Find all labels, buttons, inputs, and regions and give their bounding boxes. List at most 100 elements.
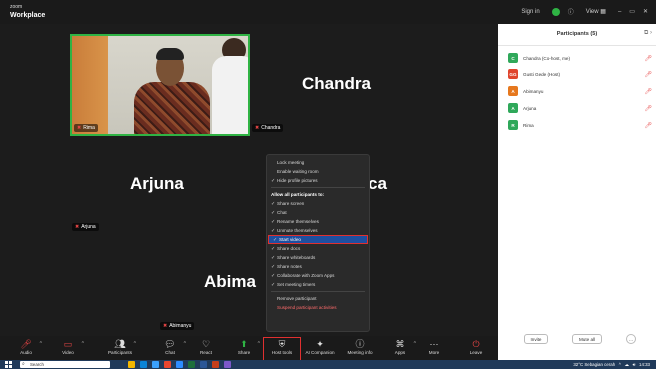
chevron-up-icon[interactable]: ^ bbox=[40, 341, 42, 347]
excel-icon[interactable] bbox=[188, 361, 195, 368]
menu-item-label: Unmute themselves bbox=[277, 228, 318, 233]
tile-name-chandra: Chandra bbox=[302, 74, 371, 93]
menu-lock-meeting[interactable]: Lock meeting bbox=[267, 158, 369, 167]
zoom-icon[interactable] bbox=[176, 361, 183, 368]
participant-name: Rima bbox=[523, 122, 534, 128]
participant-name: Chandra (Co-host, me) bbox=[523, 55, 570, 61]
chat-button[interactable]: 💬︎ Chat ^ bbox=[152, 338, 188, 360]
sign-in-button[interactable]: Sign in bbox=[517, 8, 543, 16]
avatar: A bbox=[508, 103, 518, 113]
menu-remove-participant[interactable]: Remove participant bbox=[267, 294, 369, 303]
edge-icon[interactable] bbox=[140, 361, 147, 368]
participant-row[interactable]: R Rima 🎤︎ bbox=[508, 119, 654, 131]
participant-row[interactable]: A Arjuna 🎤︎ bbox=[508, 102, 654, 114]
menu-share-docs[interactable]: ✓ Share docs bbox=[267, 244, 369, 253]
close-icon[interactable]: ✕ bbox=[643, 8, 648, 15]
menu-start-video[interactable]: ✓ Start video bbox=[268, 235, 368, 244]
system-tray: 32°C Sebagian cerah ^ ☁ 🔊︎ 14:33 bbox=[573, 362, 650, 367]
mic-off-icon[interactable]: 🎤︎ bbox=[644, 88, 652, 95]
mic-off-icon: ✖ bbox=[77, 125, 82, 131]
menu-suspend-activities[interactable]: Suspend participant activities bbox=[267, 303, 369, 312]
menu-meeting-timers[interactable]: ✓ Set meeting timers bbox=[267, 280, 369, 289]
participant-row[interactable]: A Abimanyu 🎤︎ bbox=[508, 85, 654, 97]
participants-panel: Participants (5) ⧉ › C Chandra (Co-host,… bbox=[498, 24, 656, 360]
menu-item-label: Remove participant bbox=[277, 296, 317, 301]
menu-item-label: Share docs bbox=[277, 246, 301, 251]
app-icon[interactable] bbox=[224, 361, 231, 368]
video-off-icon: ▭ bbox=[63, 339, 73, 349]
leave-icon: ⏻ bbox=[472, 339, 480, 349]
menu-item-label: Share whiteboards bbox=[277, 255, 316, 260]
popout-icon[interactable]: ⧉ › bbox=[644, 30, 652, 37]
weather-text[interactable]: 32°C Sebagian cerah bbox=[573, 362, 615, 367]
restore-icon[interactable]: ▭ bbox=[629, 8, 635, 15]
powerpoint-icon[interactable] bbox=[212, 361, 219, 368]
menu-share-whiteboards[interactable]: ✓ Share whiteboards bbox=[267, 253, 369, 262]
menu-unmute[interactable]: ✓ Unmute themselves bbox=[267, 226, 369, 235]
shield-icon: ⛨ bbox=[278, 339, 286, 349]
chevron-up-icon[interactable]: ^ bbox=[184, 341, 186, 347]
sparkle-icon: ✦ bbox=[316, 339, 324, 349]
participant-video[interactable]: ✖ Rima bbox=[70, 34, 250, 136]
menu-share-notes[interactable]: ✓ Share notes bbox=[267, 262, 369, 271]
mic-off-icon[interactable]: 🎤︎ bbox=[644, 55, 652, 62]
react-button[interactable]: ♡ React bbox=[188, 338, 224, 360]
view-button[interactable]: View ▦ bbox=[582, 7, 610, 16]
avatar: GG bbox=[508, 69, 518, 79]
minimize-icon[interactable]: – bbox=[618, 9, 621, 15]
chevron-up-icon[interactable]: ^ bbox=[82, 341, 84, 347]
invite-button[interactable]: Invite bbox=[524, 334, 548, 344]
video-door bbox=[72, 36, 108, 134]
host-tools-label: Host tools bbox=[271, 350, 293, 355]
apps-button[interactable]: ⌘ Apps ^ bbox=[382, 338, 418, 360]
store-icon[interactable] bbox=[152, 361, 159, 368]
windows-start-icon[interactable] bbox=[5, 361, 12, 368]
menu-divider bbox=[271, 291, 365, 292]
chat-label: Chat bbox=[165, 350, 175, 355]
leave-button[interactable]: ⏻ Leave bbox=[458, 338, 494, 360]
mute-all-button[interactable]: Mute all bbox=[572, 334, 602, 344]
clock-text[interactable]: 14:33 bbox=[639, 362, 650, 367]
ai-companion-button[interactable]: ✦ AI Companion bbox=[302, 338, 338, 360]
meeting-info-label: Meeting info bbox=[347, 350, 373, 355]
chevron-up-icon[interactable]: ^ bbox=[258, 341, 260, 347]
audio-button[interactable]: 🎤︎ Audio ^ bbox=[8, 338, 44, 360]
meeting-info-button[interactable]: ⓘ Meeting info bbox=[342, 338, 378, 360]
mic-off-icon[interactable]: 🎤︎ bbox=[644, 105, 652, 112]
file-explorer-icon[interactable] bbox=[128, 361, 135, 368]
grid-icon: ▦ bbox=[600, 9, 606, 15]
mic-off-icon: 🎤︎ bbox=[20, 339, 32, 349]
chevron-up-icon[interactable]: ^ bbox=[134, 341, 136, 347]
video-person-shirt bbox=[134, 82, 210, 134]
menu-chat[interactable]: ✓ Chat bbox=[267, 208, 369, 217]
word-icon[interactable] bbox=[200, 361, 207, 368]
info-icon[interactable]: ⓘ bbox=[568, 7, 574, 16]
menu-waiting-room[interactable]: Enable waiting room bbox=[267, 167, 369, 176]
menu-item-label: Share notes bbox=[277, 264, 302, 269]
arjuna-tile-tag: ✖ Arjuna bbox=[72, 223, 99, 231]
participant-row[interactable]: GG Gusti Gede (Host) 🎤︎ bbox=[508, 68, 654, 80]
share-button[interactable]: ⬆ Share ^ bbox=[226, 338, 262, 360]
mic-off-icon[interactable]: 🎤︎ bbox=[644, 122, 652, 129]
menu-share-screen[interactable]: ✓ Share screen bbox=[267, 199, 369, 208]
more-options-button[interactable]: ... bbox=[626, 334, 636, 344]
chrome-icon[interactable] bbox=[164, 361, 171, 368]
video-button[interactable]: ▭ Video ^ bbox=[50, 338, 86, 360]
menu-zoom-apps[interactable]: ✓ Collaborate with Zoom Apps bbox=[267, 271, 369, 280]
menu-item-label: Share screen bbox=[277, 201, 305, 206]
participants-button[interactable]: 👥︎ Participants ^ bbox=[102, 338, 138, 360]
meeting-toolbar: 🎤︎ Audio ^ ▭ Video ^ 👥︎ Participants ^ 💬… bbox=[0, 336, 498, 361]
apps-icon: ⌘ bbox=[395, 339, 405, 349]
chandra-tile-name: Chandra bbox=[261, 125, 281, 131]
taskbar-search[interactable]: ⌕ Search bbox=[20, 361, 110, 368]
encryption-shield-icon[interactable] bbox=[551, 7, 560, 16]
search-icon: ⌕ bbox=[22, 361, 25, 367]
tile-name-abima: Abima bbox=[204, 272, 256, 291]
windows-taskbar: ⌕ Search 32°C Sebagian cerah ^ ☁ 🔊︎ 14:3… bbox=[0, 360, 656, 369]
host-tools-button[interactable]: ⛨ Host tools bbox=[263, 337, 301, 361]
mic-off-icon[interactable]: 🎤︎ bbox=[644, 71, 652, 78]
more-button[interactable]: ⋯ More bbox=[416, 338, 452, 360]
menu-rename[interactable]: ✓ Rename themselves bbox=[267, 217, 369, 226]
participant-row[interactable]: C Chandra (Co-host, me) 🎤︎ bbox=[508, 52, 654, 64]
menu-hide-pictures[interactable]: ✓ Hide profile pictures bbox=[267, 176, 369, 185]
